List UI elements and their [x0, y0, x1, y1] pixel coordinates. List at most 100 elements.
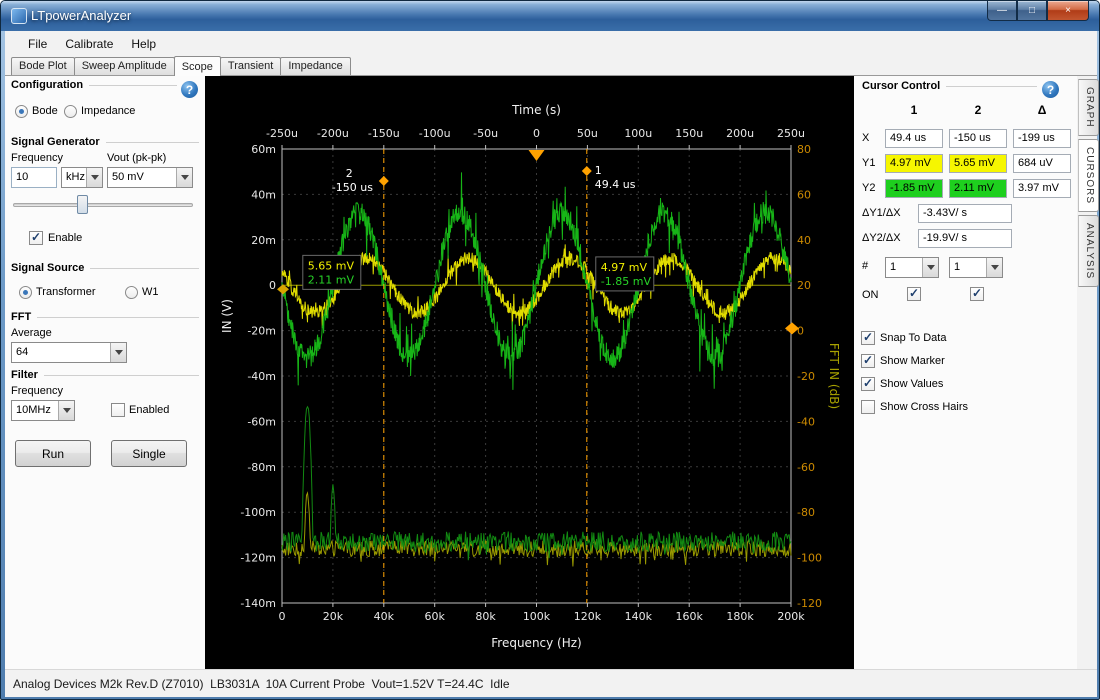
show-values-checkbox[interactable]: [861, 377, 875, 391]
cursor-x-value-1: 49.4 us: [885, 129, 943, 148]
cursor-x-value-2: -150 us: [949, 129, 1007, 148]
top-tick-label: 200u: [726, 127, 754, 140]
impedance-radio[interactable]: [64, 105, 77, 118]
side-tab-graph[interactable]: GRAPH: [1078, 79, 1099, 136]
chevron-down-icon: [922, 258, 938, 277]
cursor-on-label: ON: [862, 289, 879, 301]
bottom-tick-label: 180k: [726, 610, 754, 623]
average-combo[interactable]: 64: [11, 342, 127, 363]
bode-radio[interactable]: [15, 105, 28, 118]
cursor-row-label-y1: Y1: [862, 157, 875, 169]
vout-combo[interactable]: 50 mV: [107, 167, 193, 188]
bottom-tick-label: 0: [279, 610, 286, 623]
fft-title: FFT: [11, 311, 37, 323]
chevron-down-icon: [110, 343, 126, 362]
menu-item-calibrate[interactable]: Calibrate: [56, 33, 122, 55]
cursor1-on-checkbox[interactable]: [907, 287, 921, 301]
cursor-control-panel: Cursor Control ? ΔY1/ΔX -3.43V/ s ΔY2/ΔX…: [854, 76, 1077, 669]
frequency-slider-track[interactable]: [13, 203, 193, 207]
menu-item-help[interactable]: Help: [122, 33, 165, 55]
scope-canvas[interactable]: -250u-200u-150u-100u-50u050u100u150u200u…: [205, 76, 854, 669]
left-tick-label: -40m: [247, 370, 276, 383]
cursor2-on-checkbox[interactable]: [970, 287, 984, 301]
top-axis-title: Time (s): [511, 103, 561, 117]
filter-frequency-label: Frequency: [11, 385, 63, 397]
frequency-unit-combo[interactable]: kHz: [61, 167, 103, 188]
right-tick-label: -60: [797, 461, 815, 474]
cursor-marker-1[interactable]: [582, 166, 592, 176]
average-value: 64: [12, 343, 110, 362]
section-divider: [11, 317, 199, 318]
help-icon[interactable]: ?: [181, 81, 198, 98]
frequency-unit-value: kHz: [62, 168, 86, 187]
top-tick-label: 0: [533, 127, 540, 140]
vout-value: 50 mV: [108, 168, 176, 187]
tab-bode-plot[interactable]: Bode Plot: [11, 57, 75, 75]
side-tab-analysis[interactable]: ANALYSIS: [1078, 215, 1099, 287]
chevron-down-icon: [86, 168, 102, 187]
w1-radio[interactable]: [125, 286, 138, 299]
frequency-input[interactable]: 10: [11, 167, 57, 188]
bottom-tick-label: 20k: [323, 610, 344, 623]
run-button[interactable]: Run: [15, 440, 91, 467]
left-axis-title: IN (V): [220, 299, 234, 333]
snap-to-data-checkbox[interactable]: [861, 331, 875, 345]
tab-scope[interactable]: Scope: [174, 56, 221, 76]
right-tick-label: -100: [797, 552, 822, 565]
trigger-position-marker[interactable]: [529, 150, 545, 161]
cursor1-number-combo[interactable]: 1: [885, 257, 939, 278]
cursor-y2-value-3: 3.97 mV: [1013, 179, 1071, 198]
cursor-y2-value: 2.11 mV: [308, 273, 355, 286]
scope-plot[interactable]: -250u-200u-150u-100u-50u050u100u150u200u…: [205, 76, 854, 669]
close-button[interactable]: ×: [1047, 1, 1089, 21]
configuration-title: Configuration: [11, 79, 89, 91]
bottom-tick-label: 80k: [475, 610, 496, 623]
single-button[interactable]: Single: [111, 440, 187, 467]
left-tick-label: -80m: [247, 461, 276, 474]
show-marker-checkbox[interactable]: [861, 354, 875, 368]
top-tick-label: -150u: [368, 127, 400, 140]
cursor2-number-combo[interactable]: 1: [949, 257, 1003, 278]
cursor-y1-value-3: 684 uV: [1013, 154, 1071, 173]
window-controls: — □ ×: [987, 1, 1089, 21]
filter-enabled-checkbox[interactable]: [111, 403, 125, 417]
cursor-id-label: 2: [346, 167, 353, 180]
dy2dx-field: -19.9V/ s: [918, 229, 1012, 248]
w1-radio-label: W1: [142, 286, 159, 298]
cursor-y2-value-1: -1.85 mV: [885, 179, 943, 198]
chevron-down-icon: [58, 401, 74, 420]
left-tick-label: -100m: [240, 506, 276, 519]
dy2dx-label: ΔY2/ΔX: [862, 232, 901, 244]
tab-transient[interactable]: Transient: [220, 57, 281, 75]
signal-generator-title: Signal Generator: [11, 136, 106, 148]
help-icon[interactable]: ?: [1042, 81, 1059, 98]
minimize-button[interactable]: —: [987, 1, 1017, 21]
tab-sweep-amplitude[interactable]: Sweep Amplitude: [74, 57, 175, 75]
signal-source-title: Signal Source: [11, 262, 90, 274]
side-tab-cursors[interactable]: CURSORS: [1078, 139, 1099, 212]
maximize-button[interactable]: □: [1017, 1, 1047, 21]
dy1dx-field: -3.43V/ s: [918, 204, 1012, 223]
filter-frequency-combo[interactable]: 10MHz: [11, 400, 75, 421]
bottom-tick-label: 120k: [574, 610, 602, 623]
channel-offset-marker[interactable]: [277, 284, 289, 294]
fft-trace-green: [282, 407, 791, 560]
show-cross-hairs-checkbox[interactable]: [861, 400, 875, 414]
tab-impedance[interactable]: Impedance: [280, 57, 350, 75]
cursor2-number-value: 1: [950, 258, 986, 277]
cursor-y2-value-2: 2.11 mV: [949, 179, 1007, 198]
cursor-row-label-x: X: [862, 132, 869, 144]
transformer-radio[interactable]: [19, 286, 32, 299]
enable-checkbox[interactable]: [29, 231, 43, 245]
cursor-marker-2[interactable]: [379, 176, 389, 186]
menu-item-file[interactable]: File: [19, 33, 56, 55]
right-tick-label: -40: [797, 415, 815, 428]
statusbar: Analog Devices M2k Rev.D (Z7010) LB3031A…: [5, 669, 1097, 697]
top-tick-label: -100u: [419, 127, 451, 140]
cursor-number-label: #: [862, 260, 868, 272]
frequency-slider-thumb[interactable]: [77, 195, 88, 214]
cursor-y1-value-1: 4.97 mV: [885, 154, 943, 173]
left-tick-label: 60m: [251, 143, 276, 156]
cursor-y1-value: 4.97 mV: [601, 261, 648, 274]
average-label: Average: [11, 327, 52, 339]
